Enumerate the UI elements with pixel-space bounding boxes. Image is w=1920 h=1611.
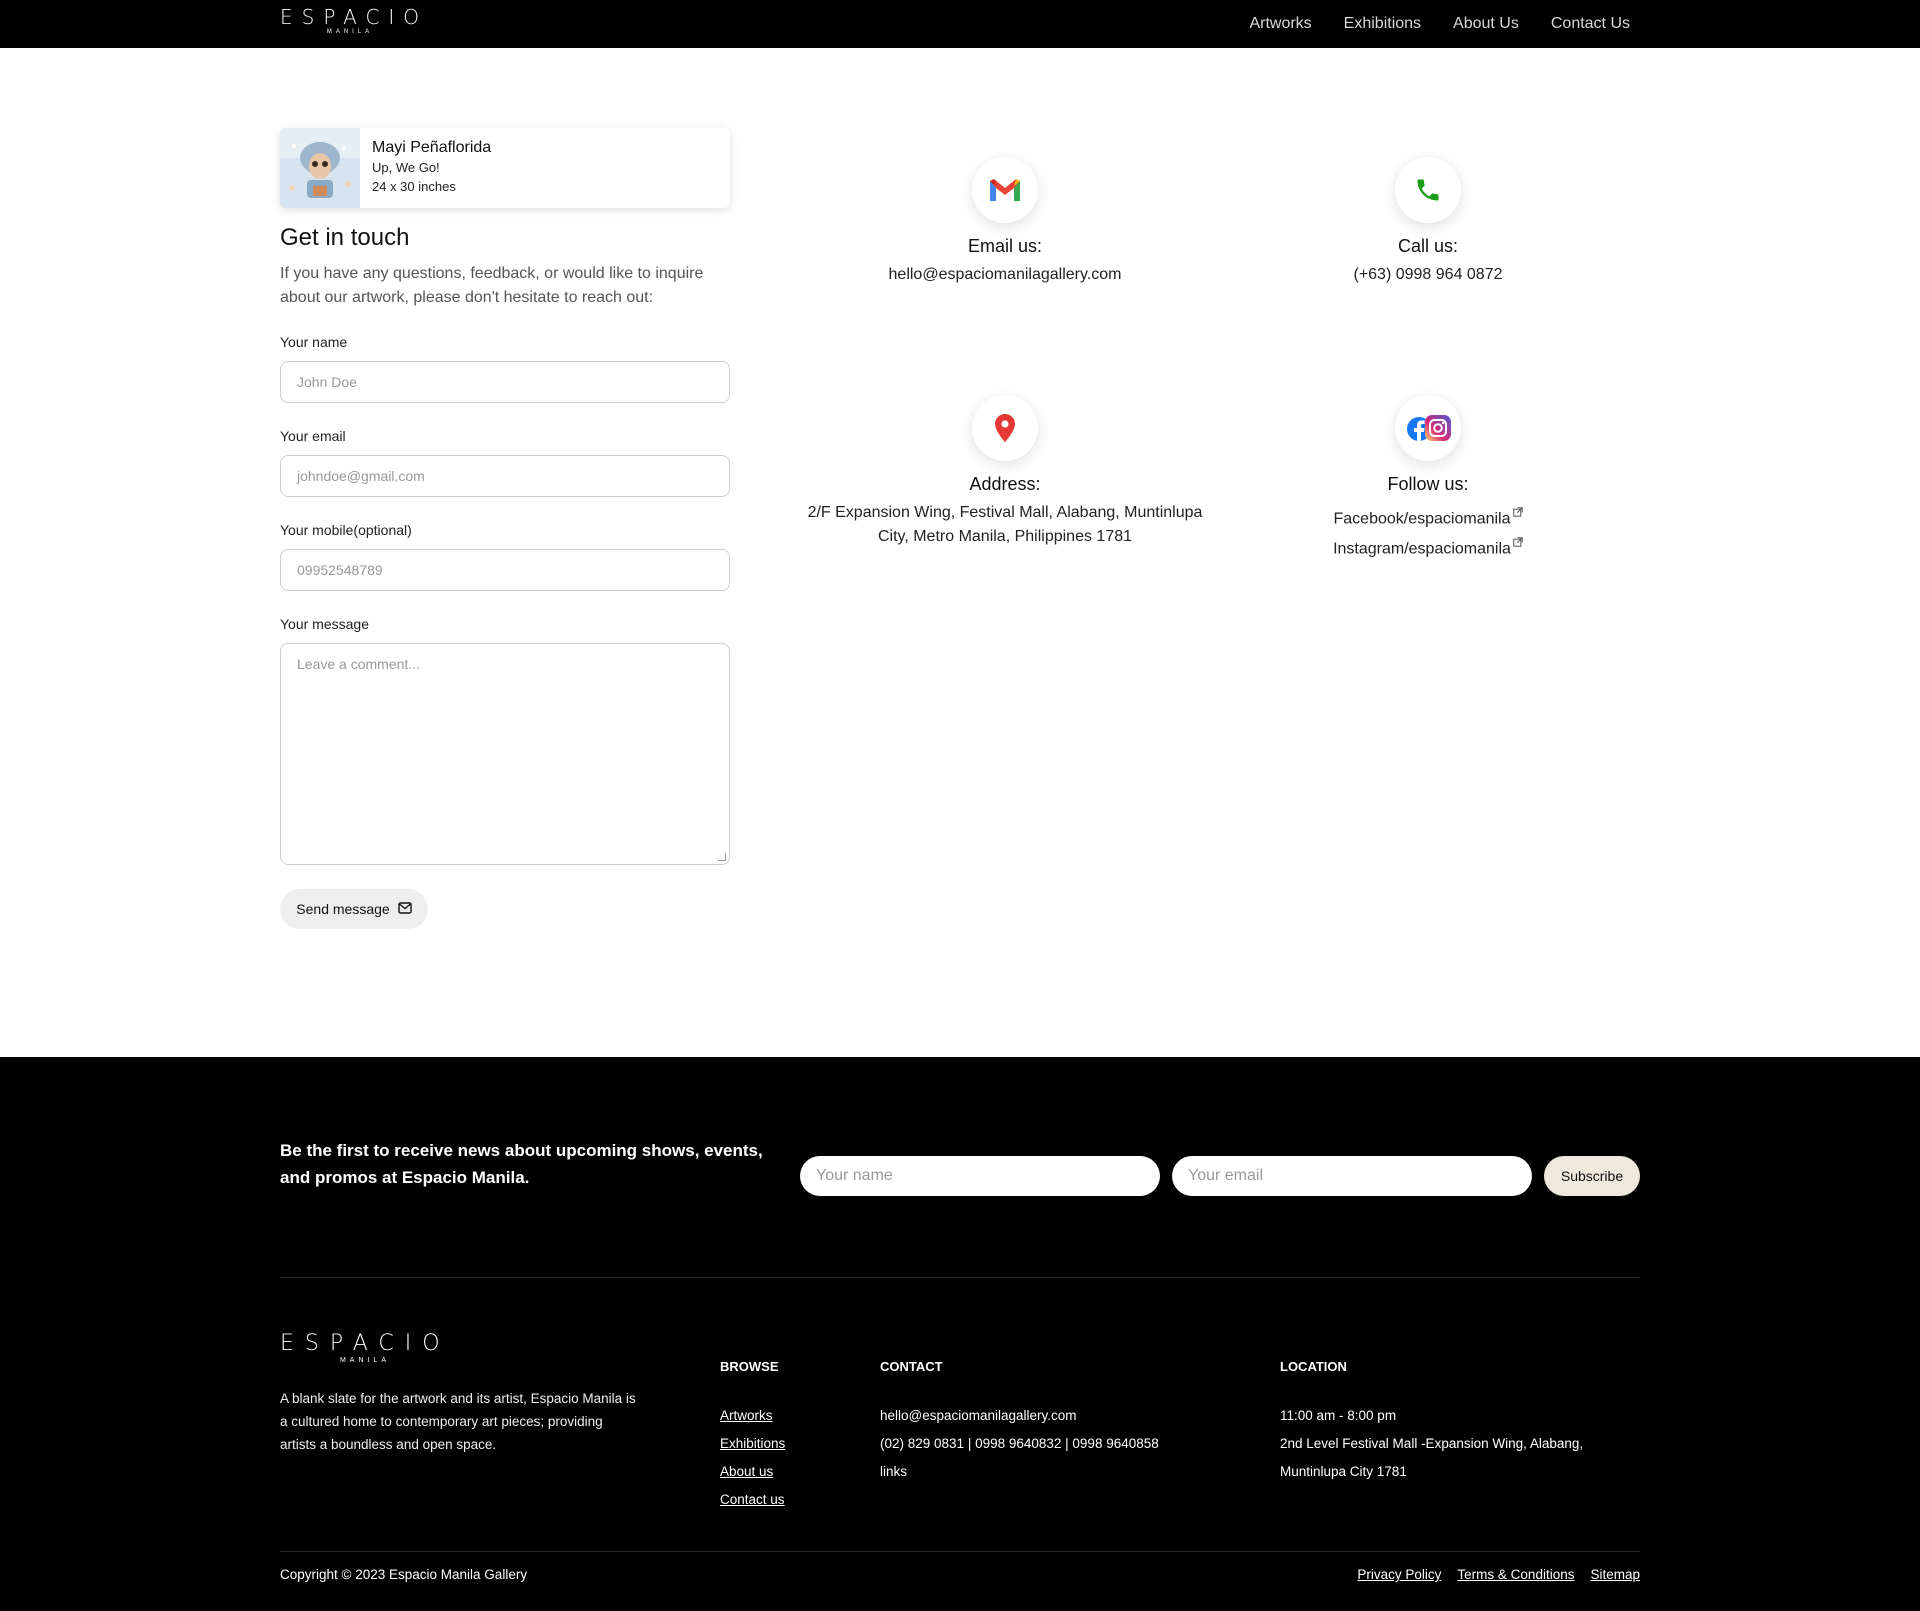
subscribe-button[interactable]: Subscribe <box>1544 1156 1640 1196</box>
nav-links: Artworks Exhibitions About Us Contact Us <box>1249 0 1630 48</box>
logo-subtitle: MANILA <box>326 29 374 35</box>
footer-logo[interactable]: ESPACIO MANILA <box>280 1331 451 1365</box>
social-links: Facebook/espaciomanila Instagram/espacio… <box>1218 501 1638 562</box>
email-title: Email us: <box>967 236 1043 256</box>
footer-address-line1: 2nd Level Festival Mall -Expansion Wing,… <box>1280 1436 1584 1451</box>
footer-contact-phones: (02) 829 0831 | 0998 9640832 | 0998 9640… <box>880 1436 1159 1451</box>
intro-text: If you have any questions, feedback, or … <box>280 265 704 306</box>
contact-heading: CONTACT <box>880 1359 943 1374</box>
newsletter-name-input[interactable]: Your name <box>800 1156 1160 1196</box>
footer-link-contact-us[interactable]: Contact us <box>720 1486 785 1514</box>
email-input[interactable]: johndoe@gmail.com <box>280 455 730 497</box>
site-logo[interactable]: ESPACIO MANILA <box>280 6 420 35</box>
call-info: Call us: (+63) 0998 964 0872 <box>1218 157 1638 287</box>
contact-list: hello@espaciomanilagallery.com (02) 829 … <box>880 1402 1159 1486</box>
send-message-button[interactable]: Send message <box>280 889 428 929</box>
footer-contact-links: links <box>880 1464 908 1479</box>
page-heading: Get in touch <box>280 224 410 251</box>
email-info: Email us: hello@espaciomanilagallery.com <box>795 157 1215 287</box>
gmail-icon <box>972 157 1038 223</box>
location-heading: LOCATION <box>1280 1359 1347 1374</box>
terms-link[interactable]: Terms & Conditions <box>1457 1567 1574 1582</box>
message-label: Your message <box>280 616 369 632</box>
message-placeholder: Leave a comment... <box>297 656 420 672</box>
footer-link-about-us[interactable]: About us <box>720 1458 785 1486</box>
footer-hours: 11:00 am - 8:00 pm <box>1280 1408 1397 1423</box>
instagram-link-label: Instagram/espaciomanila <box>1333 540 1511 558</box>
newsletter-text: Be the first to receive news about upcom… <box>280 1141 763 1187</box>
site-footer: Be the first to receive news about upcom… <box>0 1057 1920 1611</box>
send-message-label: Send message <box>296 901 390 917</box>
phone-icon <box>1395 157 1461 223</box>
copyright-text: Copyright © 2023 Espacio Manila Gallery <box>280 1567 528 1582</box>
top-navbar: ESPACIO MANILA Artworks Exhibitions Abou… <box>0 0 1920 48</box>
footer-address-line2: Muntinlupa City 1781 <box>1280 1464 1407 1479</box>
resize-grip-icon[interactable] <box>718 853 726 861</box>
email-label: Your email <box>280 428 346 444</box>
nav-link-contact-us[interactable]: Contact Us <box>1551 15 1630 33</box>
facebook-link-label: Facebook/espaciomanila <box>1333 510 1511 528</box>
footer-divider <box>280 1277 1640 1278</box>
call-title: Call us: <box>1397 236 1459 256</box>
newsletter-email-input[interactable]: Your email <box>1172 1156 1532 1196</box>
nav-link-exhibitions[interactable]: Exhibitions <box>1344 15 1421 33</box>
logo-wordmark: ESPACIO <box>280 5 429 29</box>
follow-info: Follow us: Facebook/espaciomanila Instag… <box>1218 395 1638 562</box>
browse-heading: BROWSE <box>720 1359 779 1374</box>
artwork-thumbnail <box>280 128 360 208</box>
email-value[interactable]: hello@espaciomanilagallery.com <box>795 263 1215 287</box>
address-title: Address: <box>969 474 1041 494</box>
mobile-input[interactable]: 09952548789 <box>280 549 730 591</box>
call-value[interactable]: (+63) 0998 964 0872 <box>1218 263 1638 287</box>
privacy-policy-link[interactable]: Privacy Policy <box>1357 1567 1441 1582</box>
nav-link-about-us[interactable]: About Us <box>1453 15 1519 33</box>
address-info: Address: 2/F Expansion Wing, Festival Ma… <box>795 395 1215 549</box>
message-textarea[interactable]: Leave a comment... <box>280 643 730 865</box>
facebook-link[interactable]: Facebook/espaciomanila <box>1218 501 1638 531</box>
legal-links: Privacy Policy Terms & Conditions Sitema… <box>1357 1567 1640 1582</box>
external-link-icon <box>1513 531 1523 555</box>
footer-bottom-divider <box>280 1551 1640 1552</box>
name-input[interactable]: John Doe <box>280 361 730 403</box>
footer-logo-wordmark: ESPACIO <box>280 1331 451 1356</box>
browse-list: Artworks Exhibitions About us Contact us <box>720 1402 785 1514</box>
artwork-card[interactable]: Mayi Peñaflorida Up, We Go! 24 x 30 inch… <box>280 128 730 208</box>
location-pin-icon <box>972 395 1038 461</box>
mail-icon <box>398 901 412 917</box>
address-value: 2/F Expansion Wing, Festival Mall, Alaba… <box>807 504 1203 545</box>
social-icons <box>1395 395 1461 461</box>
artwork-artist: Mayi Peñaflorida <box>372 139 492 156</box>
external-link-icon <box>1512 501 1523 525</box>
artwork-info: Mayi Peñaflorida Up, We Go! 24 x 30 inch… <box>360 128 503 208</box>
footer-link-artworks[interactable]: Artworks <box>720 1402 785 1430</box>
footer-logo-subtitle: MANILA <box>339 1357 391 1364</box>
follow-title: Follow us: <box>1387 474 1469 494</box>
artwork-title: Up, We Go! <box>372 160 440 175</box>
artwork-size: 24 x 30 inches <box>372 179 456 194</box>
footer-link-exhibitions[interactable]: Exhibitions <box>720 1430 785 1458</box>
location-list: 11:00 am - 8:00 pm 2nd Level Festival Ma… <box>1280 1402 1583 1486</box>
mobile-label: Your mobile(optional) <box>280 522 412 538</box>
footer-about: A blank slate for the artwork and its ar… <box>280 1391 636 1452</box>
sitemap-link[interactable]: Sitemap <box>1590 1567 1640 1582</box>
footer-contact-email[interactable]: hello@espaciomanilagallery.com <box>880 1402 1159 1430</box>
nav-link-artworks[interactable]: Artworks <box>1249 15 1311 33</box>
instagram-link[interactable]: Instagram/espaciomanila <box>1218 531 1638 561</box>
name-label: Your name <box>280 334 348 350</box>
